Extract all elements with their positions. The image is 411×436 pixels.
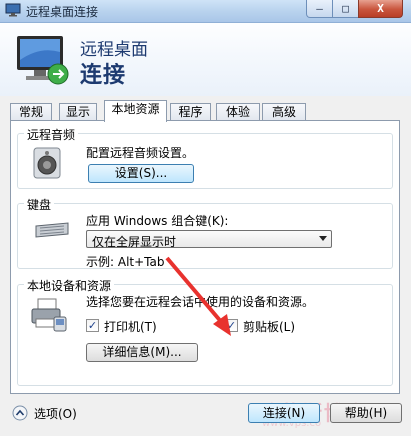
windows-key-combo-select[interactable]: 仅在全屏显示时 xyxy=(86,230,332,249)
connect-button[interactable]: 连接(N) xyxy=(248,403,320,423)
tab-advanced[interactable]: 高级 xyxy=(262,103,306,121)
keyboard-description: 应用 Windows 组合键(K): xyxy=(86,214,229,228)
tab-experience[interactable]: 体验 xyxy=(216,103,260,121)
keyboard-legend: 键盘 xyxy=(24,196,55,213)
keyboard-example: 示例: Alt+Tab xyxy=(86,255,165,269)
annotation-arrow xyxy=(165,256,231,336)
header-title-line2: 连接 xyxy=(80,63,127,88)
windows-key-combo-value: 仅在全屏显示时 xyxy=(92,235,177,249)
chevron-down-icon xyxy=(319,236,327,241)
audio-settings-button[interactable]: 设置(S)... xyxy=(88,164,194,183)
tab-local-resources[interactable]: 本地资源 xyxy=(104,100,167,122)
speaker-icon xyxy=(33,147,61,179)
local-devices-legend: 本地设备和资源 xyxy=(24,277,115,294)
header-banner: 远程桌面 连接 xyxy=(0,23,411,96)
options-label[interactable]: 选项(O) xyxy=(34,405,77,422)
window-title: 远程桌面连接 xyxy=(26,5,99,19)
close-button[interactable]: X xyxy=(358,0,403,18)
printers-label[interactable]: 打印机(T) xyxy=(104,318,157,335)
remote-desktop-app-icon xyxy=(5,3,21,17)
help-button[interactable]: 帮助(H) xyxy=(330,403,402,423)
remote-audio-legend: 远程音频 xyxy=(24,126,79,143)
local-resources-panel: 远程音频 配置远程音频设置。 设置(S)... 键盘 应用 Windows 组合… xyxy=(10,120,400,394)
remote-audio-group: 远程音频 配置远程音频设置。 设置(S)... xyxy=(17,126,393,189)
printers-checkbox[interactable]: ✓ xyxy=(86,319,99,332)
clipboard-label[interactable]: 剪贴板(L) xyxy=(243,318,295,335)
keyboard-icon xyxy=(35,222,69,238)
minimize-button[interactable]: – xyxy=(306,0,333,18)
printer-devices-icon xyxy=(31,298,67,332)
tab-display[interactable]: 显示 xyxy=(59,103,97,121)
maximize-button[interactable]: □ xyxy=(332,0,359,18)
tab-programs[interactable]: 程序 xyxy=(170,103,211,121)
details-button[interactable]: 详细信息(M)... xyxy=(86,343,198,362)
title-bar[interactable]: 远程桌面连接 – □ X xyxy=(0,0,411,23)
audio-description: 配置远程音频设置。 xyxy=(86,146,195,160)
remote-desktop-monitor-icon xyxy=(17,36,69,85)
tab-general[interactable]: 常规 xyxy=(10,103,52,121)
options-expand-icon[interactable] xyxy=(12,405,28,421)
